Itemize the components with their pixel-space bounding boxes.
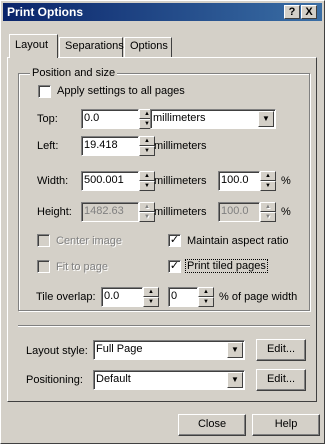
height-unit: millimeters — [154, 206, 207, 218]
down-arrow-icon: ▼ — [139, 212, 155, 222]
height-label: Height: — [37, 206, 72, 218]
top-label: Top: — [37, 113, 58, 125]
tab-separations-label: Separations — [65, 40, 124, 52]
fit-to-page-checkbox — [37, 260, 50, 273]
width-unit: millimeters — [154, 175, 207, 187]
left-spinner[interactable]: ▲ ▼ — [139, 136, 155, 156]
left-label: Left: — [37, 140, 59, 152]
width-spinner[interactable]: ▲ ▼ — [139, 171, 155, 191]
separator — [18, 325, 310, 327]
title-bar: Print Options ? X — [3, 3, 322, 21]
help-button[interactable]: Help — [252, 414, 320, 436]
tile-overlap-pct-label: % of page width — [219, 291, 298, 303]
left-input[interactable]: 19.418 — [81, 136, 139, 156]
width-label: Width: — [37, 175, 69, 187]
positioning-label: Positioning: — [26, 374, 83, 386]
up-arrow-icon[interactable]: ▲ — [260, 171, 276, 181]
up-arrow-icon: ▲ — [139, 202, 155, 212]
maintain-aspect-label: Maintain aspect ratio — [187, 235, 289, 247]
tab-layout-label: Layout — [15, 39, 49, 51]
top-input[interactable]: 0.0 — [81, 109, 139, 129]
height-percent-input: 100.0 — [218, 202, 260, 222]
tile-overlap-pct-input[interactable]: 0 — [168, 287, 198, 307]
close-title-button[interactable]: X — [301, 5, 317, 19]
positioning-select[interactable]: Default — [93, 370, 245, 390]
positioning-edit-button[interactable]: Edit... — [256, 369, 306, 391]
down-arrow-icon[interactable]: ▼ — [260, 181, 276, 191]
tile-overlap-spinner[interactable]: ▲ ▼ — [143, 287, 159, 307]
tile-overlap-input[interactable]: 0.0 — [101, 287, 143, 307]
apply-all-checkbox[interactable] — [38, 85, 51, 98]
width-percent-sign: % — [281, 175, 291, 187]
print-tiled-checkbox[interactable]: ✓ — [168, 260, 181, 273]
tile-overlap-pct-spinner[interactable]: ▲ ▼ — [198, 287, 214, 307]
tab-separations[interactable]: Separations — [59, 37, 124, 57]
tab-layout[interactable]: Layout — [9, 34, 58, 58]
dropdown-arrow-icon[interactable]: ▼ — [227, 342, 243, 358]
down-arrow-icon[interactable]: ▼ — [139, 181, 155, 191]
tab-options-label: Options — [130, 40, 168, 52]
width-percent-spinner[interactable]: ▲ ▼ — [260, 171, 276, 191]
help-title-button[interactable]: ? — [284, 5, 300, 19]
left-unit: millimeters — [154, 140, 207, 152]
down-arrow-icon[interactable]: ▼ — [143, 297, 159, 307]
center-image-checkbox — [37, 234, 50, 247]
center-image-label: Center image — [56, 235, 123, 247]
print-tiled-label: Print tiled pages — [185, 259, 268, 273]
position-size-group-label: Position and size — [30, 67, 118, 79]
up-arrow-icon[interactable]: ▲ — [139, 136, 155, 146]
up-arrow-icon[interactable]: ▲ — [143, 287, 159, 297]
up-arrow-icon[interactable]: ▲ — [139, 171, 155, 181]
window-title: Print Options — [7, 5, 83, 19]
maintain-aspect-checkbox[interactable]: ✓ — [168, 234, 181, 247]
down-arrow-icon: ▼ — [260, 212, 276, 222]
dropdown-arrow-icon[interactable]: ▼ — [227, 372, 243, 388]
apply-all-label: Apply settings to all pages — [57, 85, 185, 97]
dropdown-arrow-icon[interactable]: ▼ — [258, 111, 274, 127]
layout-style-edit-button[interactable]: Edit... — [256, 339, 306, 361]
tile-overlap-label: Tile overlap: — [36, 291, 96, 303]
layout-style-label: Layout style: — [26, 345, 88, 357]
close-button[interactable]: Close — [178, 414, 246, 436]
height-percent-sign: % — [281, 206, 291, 218]
up-arrow-icon: ▲ — [260, 202, 276, 212]
height-spinner: ▲ ▼ — [139, 202, 155, 222]
tab-options[interactable]: Options — [124, 37, 172, 57]
height-percent-spinner: ▲ ▼ — [260, 202, 276, 222]
width-percent-input[interactable]: 100.0 — [218, 171, 260, 191]
width-input[interactable]: 500.001 — [81, 171, 139, 191]
height-input: 1482.63 — [81, 202, 139, 222]
up-arrow-icon[interactable]: ▲ — [198, 287, 214, 297]
down-arrow-icon[interactable]: ▼ — [198, 297, 214, 307]
down-arrow-icon[interactable]: ▼ — [139, 146, 155, 156]
layout-style-select[interactable]: Full Page — [93, 340, 245, 360]
fit-to-page-label: Fit to page — [56, 261, 108, 273]
